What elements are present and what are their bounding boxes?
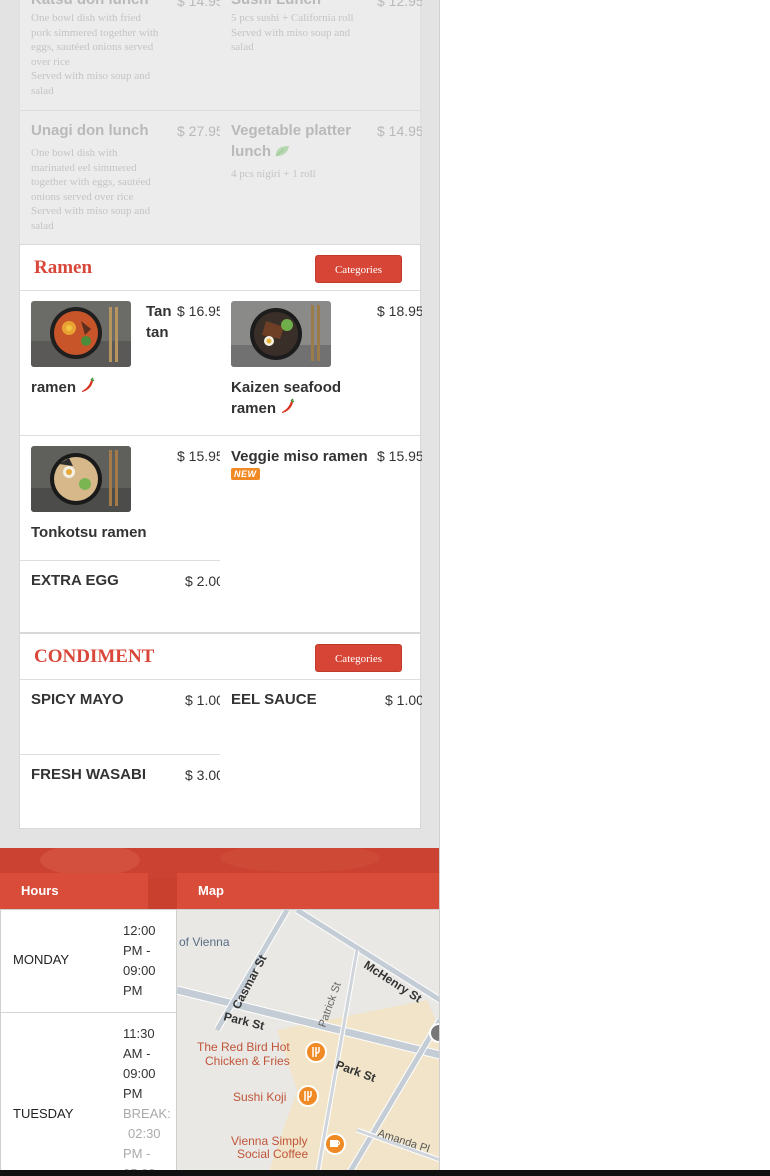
tab-map[interactable]: Map xyxy=(177,873,439,909)
item-name: Veggie miso ramen xyxy=(231,448,368,465)
menu-item-unagi-don-lunch[interactable]: Unagi don lunch $ 27.95 One bowl dish wi… xyxy=(20,111,220,246)
item-name: Unagi don lunch xyxy=(31,122,149,139)
cafe-pin-icon xyxy=(324,1133,346,1155)
item-price: $ 14.95 xyxy=(177,0,220,9)
svg-text:The Red Bird Hot: The Red Bird Hot xyxy=(197,1040,290,1054)
day-label: TUESDAY xyxy=(13,1106,74,1121)
page-viewport: Katsu don lunch $ 14.95 One bowl dish wi… xyxy=(0,0,440,1176)
restaurant-pin-icon xyxy=(305,1041,327,1063)
restaurant-pin-icon xyxy=(297,1085,319,1107)
new-badge: NEW xyxy=(231,468,260,480)
item-name: EEL SAUCE xyxy=(231,691,317,708)
item-name: EXTRA EGG xyxy=(31,572,119,589)
item-price: $ 27.95 xyxy=(177,123,220,139)
menu-item-eel-sauce[interactable]: EEL SAUCE $ 1.00 xyxy=(220,680,422,754)
svg-text:Vienna Simply: Vienna Simply xyxy=(231,1134,308,1148)
menu-item-veggie-miso-ramen[interactable]: Veggie miso ramen NEW $ 15.95 xyxy=(220,436,422,634)
chili-icon xyxy=(79,377,95,399)
item-price: $ 15.95 xyxy=(177,448,220,464)
menu-item-vegetable-platter-lunch[interactable]: Vegetable platter lunch $ 14.95 4 pcs ni… xyxy=(220,111,422,246)
item-price: $ 16.95 xyxy=(177,303,220,319)
hours-table: MONDAY 12:00 PM -09:00 PM TUESDAY 11:30 AM … xyxy=(0,909,177,1176)
menu-item-sushi-lunch[interactable]: Sushi Lunch $ 12.95 5 pcs sushi + Califo… xyxy=(220,0,422,111)
item-price: $ 2.00 xyxy=(185,573,220,589)
time-range: 11:30AM -09:00PM BREAK:02:30PM -05:00 xyxy=(123,1024,177,1176)
svg-text:Social Coffee: Social Coffee xyxy=(237,1147,308,1161)
lunch-menu-panel: Katsu don lunch $ 14.95 One bowl dish wi… xyxy=(19,0,422,246)
item-description: One bowl dish with marinated eel simmered… xyxy=(31,147,151,232)
item-name: Tan tan xyxy=(146,303,172,341)
hours-row-monday: MONDAY 12:00 PM -09:00 PM xyxy=(1,910,176,1013)
break-time: BREAK:02:30PM -05:00 xyxy=(123,1106,171,1176)
ramen-photo xyxy=(231,301,331,367)
ramen-photo xyxy=(31,446,131,512)
bottom-bar xyxy=(0,1170,770,1176)
blank-area xyxy=(441,0,770,1176)
categories-button[interactable]: Categories xyxy=(315,644,402,672)
hours-row-tuesday: TUESDAY 11:30 AM -09:00 PM BREAK: 02:30 PM -… xyxy=(1,1014,176,1176)
item-price: $ 14.95 xyxy=(377,123,422,139)
item-name: Kaizen seafood ramen xyxy=(231,377,381,420)
item-name-continued: ramen xyxy=(31,377,95,399)
chili-icon xyxy=(279,398,295,420)
tab-hours[interactable]: Hours xyxy=(0,873,148,909)
item-name: FRESH WASABI xyxy=(31,766,147,783)
day-label: MONDAY xyxy=(13,952,70,967)
menu-item-kaizen-seafood-ramen[interactable]: Kaizen seafood ramen $ 18.95 xyxy=(220,291,422,435)
ramen-section: Ramen Categories Tan tan ramen $ 16.95 Ka… xyxy=(19,244,422,634)
item-price: $ 1.00 xyxy=(385,692,422,708)
time-range: 12:00 PM -09:00 PM xyxy=(123,923,156,998)
item-price: $ 15.95 xyxy=(377,448,422,464)
menu-item-extra-egg[interactable]: EXTRA EGG $ 2.00 xyxy=(20,561,220,634)
item-name: Vegetable platter lunch xyxy=(231,120,371,163)
item-price: $ 3.00 xyxy=(185,767,220,783)
location-map[interactable]: of Vienna Casmar St McHenry St Patrick S… xyxy=(177,909,439,1176)
svg-text:Sushi Koji: Sushi Koji xyxy=(233,1090,286,1104)
item-description: One bowl dish with fried pork simmered to… xyxy=(31,12,159,97)
categories-button[interactable]: Categories xyxy=(315,255,402,283)
leaf-icon xyxy=(274,142,290,163)
item-name: Tonkotsu ramen xyxy=(31,524,147,541)
item-price: $ 1.00 xyxy=(185,692,220,708)
menu-item-spicy-mayo[interactable]: SPICY MAYO $ 1.00 xyxy=(20,680,220,754)
svg-text:Chicken & Fries: Chicken & Fries xyxy=(205,1054,290,1068)
section-title: CONDIMENT xyxy=(34,646,155,667)
menu-item-fresh-wasabi[interactable]: FRESH WASABI $ 3.00 xyxy=(20,755,220,830)
section-title: Ramen xyxy=(34,257,93,278)
item-description: 5 pcs sushi + California roll Served with… xyxy=(231,12,354,54)
item-name: Sushi Lunch xyxy=(231,0,321,10)
ramen-photo xyxy=(31,301,131,367)
item-name: Katsu don lunch xyxy=(31,0,149,10)
condiment-section: CONDIMENT Categories SPICY MAYO $ 1.00 E… xyxy=(19,633,422,830)
menu-item-tan-tan-ramen[interactable]: Tan tan ramen $ 16.95 xyxy=(20,291,220,435)
map-canvas: of Vienna Casmar St McHenry St Patrick S… xyxy=(177,910,439,1176)
item-price: $ 12.95 xyxy=(377,0,422,9)
menu-item-tonkotsu-ramen[interactable]: Tonkotsu ramen $ 15.95 xyxy=(20,436,220,560)
menu-item-katsu-don-lunch[interactable]: Katsu don lunch $ 14.95 One bowl dish wi… xyxy=(20,0,220,111)
svg-text:of Vienna: of Vienna xyxy=(179,935,230,949)
item-description: 4 pcs nigiri + 1 roll xyxy=(231,168,316,180)
item-price: $ 18.95 xyxy=(377,303,422,319)
item-name: SPICY MAYO xyxy=(31,691,124,708)
